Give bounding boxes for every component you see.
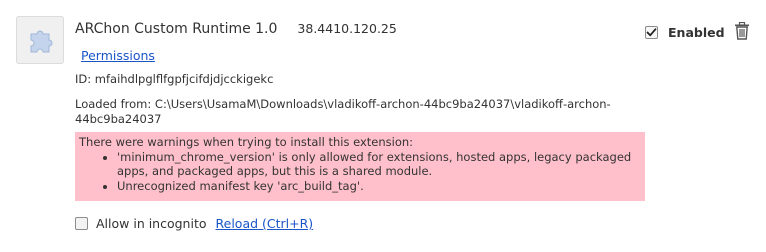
install-warnings: There were warnings when trying to insta… — [75, 132, 645, 201]
warnings-heading: There were warnings when trying to insta… — [79, 135, 414, 149]
permissions-link[interactable]: Permissions — [81, 48, 155, 63]
puzzle-piece-icon — [30, 30, 53, 53]
extension-name: ARChon Custom Runtime 1.0 — [75, 21, 278, 37]
trash-icon[interactable] — [734, 22, 750, 40]
extension-version: 38.4410.120.25 — [297, 21, 397, 36]
warning-item: 'minimum_chrome_version' is only allowed… — [117, 150, 639, 179]
extension-title-row: ARChon Custom Runtime 1.0 38.4410.120.25 — [75, 21, 397, 37]
reload-link[interactable]: Reload (Ctrl+R) — [216, 216, 314, 231]
allow-incognito-checkbox[interactable] — [75, 217, 88, 230]
loaded-from: Loaded from: C:\Users\UsamaM\Downloads\v… — [75, 97, 635, 127]
enabled-toggle[interactable]: Enabled — [645, 25, 725, 40]
loaded-from-label: Loaded from: — [75, 97, 155, 111]
footer-row: Allow in incognito Reload (Ctrl+R) — [75, 216, 313, 231]
enabled-label: Enabled — [668, 25, 725, 40]
extension-id: ID: mfaihdlpglflfgpfjcifdjdjcckigekc — [75, 72, 274, 86]
enabled-checkbox[interactable] — [645, 26, 658, 39]
loaded-from-path: C:\Users\UsamaM\Downloads\vladikoff-arch… — [75, 97, 611, 126]
warning-item: Unrecognized manifest key 'arc_build_tag… — [117, 179, 639, 194]
extension-icon — [16, 16, 64, 64]
allow-incognito-label[interactable]: Allow in incognito — [96, 216, 207, 231]
warnings-list: 'minimum_chrome_version' is only allowed… — [79, 150, 639, 194]
checkmark-icon — [646, 28, 657, 37]
